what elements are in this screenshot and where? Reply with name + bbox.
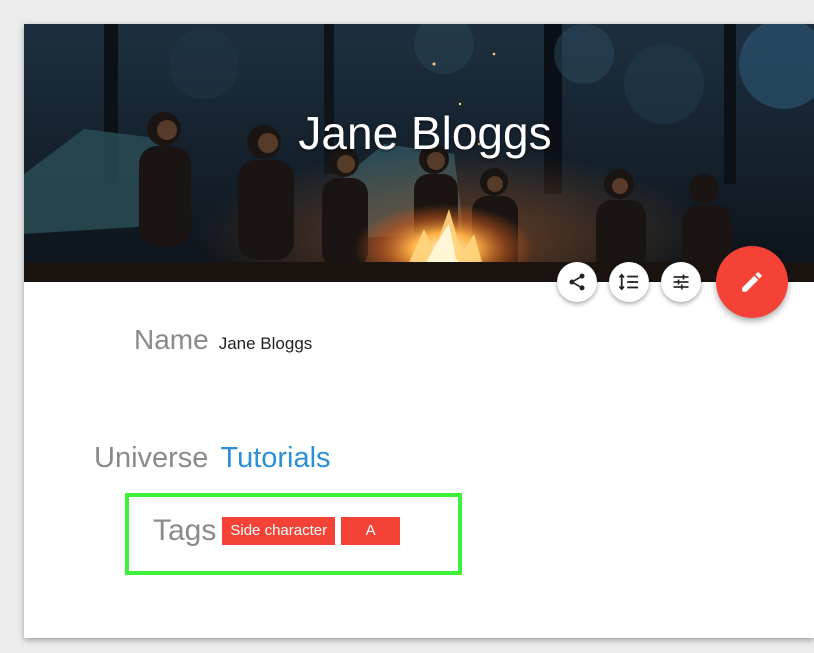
- name-value: Jane Bloggs: [218, 334, 313, 353]
- tags-label: Tags: [153, 514, 217, 547]
- name-label: Name: [134, 324, 209, 355]
- page-title: Jane Bloggs: [298, 107, 552, 159]
- tag-side-character[interactable]: Side character: [222, 517, 336, 545]
- name-field: Name Jane Bloggs: [134, 324, 312, 356]
- edit-pencil-icon: [742, 272, 762, 292]
- tag-a[interactable]: A: [341, 517, 401, 545]
- universe-field: Universe Tutorials: [94, 442, 331, 475]
- tune-icon: [673, 274, 689, 290]
- edit-button[interactable]: [716, 246, 788, 318]
- universe-label: Universe: [94, 442, 209, 474]
- character-card: Jane Bloggs Name Jane Bloggs Universe Tu…: [24, 24, 814, 638]
- hero-banner-image: Jane Bloggs: [24, 24, 814, 282]
- share-icon: [569, 273, 585, 291]
- tune-button[interactable]: [661, 262, 701, 302]
- universe-link[interactable]: Tutorials: [220, 442, 330, 475]
- sort-list-icon: [618, 273, 639, 291]
- share-button[interactable]: [557, 262, 597, 302]
- tags-field: Tags Side character A: [153, 514, 401, 548]
- reorder-button[interactable]: [609, 262, 649, 302]
